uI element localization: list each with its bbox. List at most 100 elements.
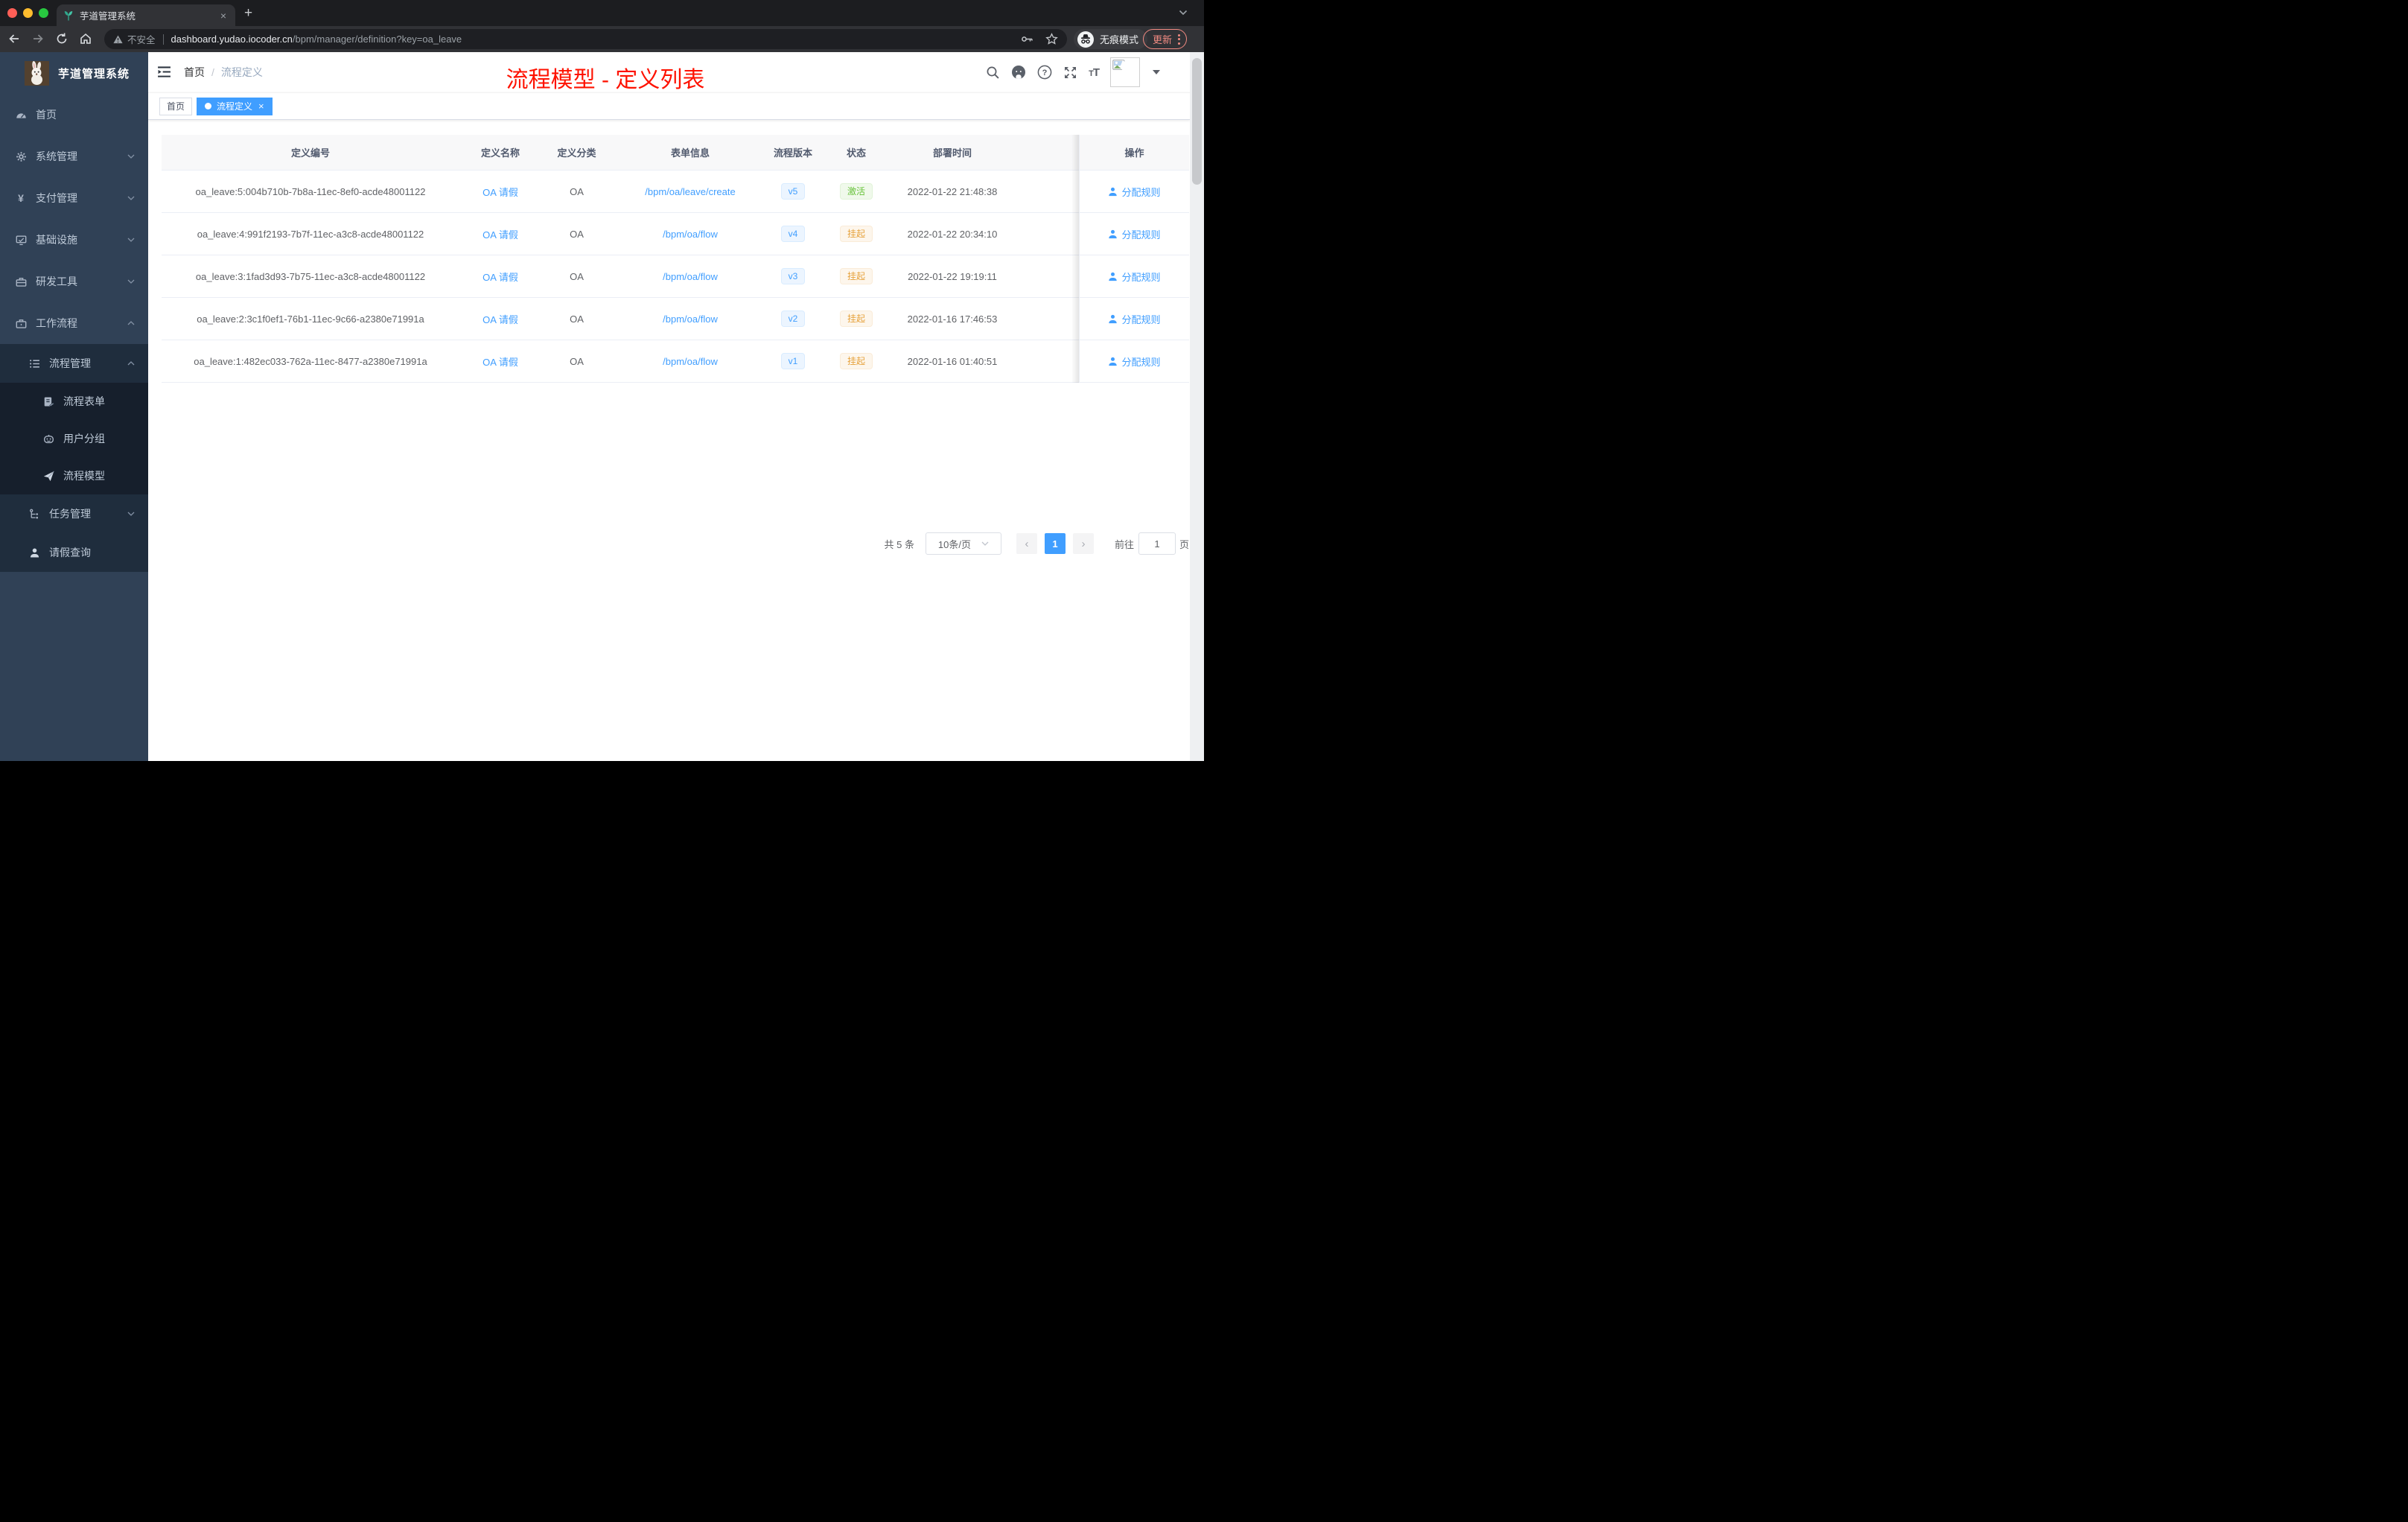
tab-close-button[interactable]: ×: [217, 10, 229, 22]
form-link[interactable]: /bpm/oa/flow: [663, 271, 718, 282]
broken-image-icon: [1112, 60, 1127, 72]
user-icon: [1109, 229, 1118, 238]
form-link[interactable]: /bpm/oa/flow: [663, 229, 718, 240]
prev-page-button[interactable]: ‹: [1016, 533, 1037, 554]
not-secure-warning-icon[interactable]: [113, 34, 123, 44]
back-icon[interactable]: [7, 32, 21, 45]
deploy-time: 2022-01-22 20:34:10: [907, 228, 998, 240]
sidebar-item-dev[interactable]: 研发工具: [0, 261, 148, 302]
help-icon[interactable]: ?: [1037, 65, 1052, 80]
font-size-icon[interactable]: TT: [1089, 66, 1100, 79]
tab-list-chevron-icon[interactable]: [1179, 10, 1188, 16]
goto-page-input[interactable]: [1138, 532, 1176, 555]
sidebar-item-label: 支付管理: [36, 192, 77, 204]
avatar[interactable]: [1110, 57, 1140, 87]
version-badge: v4: [780, 226, 806, 242]
sidebar-item-label: 系统管理: [36, 150, 77, 162]
svg-text:?: ?: [1042, 69, 1048, 77]
sidebar-item-task-mgmt[interactable]: 任务管理: [0, 494, 148, 533]
password-key-icon[interactable]: [1021, 33, 1033, 45]
tag-home[interactable]: 首页: [159, 97, 193, 115]
reload-icon[interactable]: [55, 32, 69, 45]
sidebar-item-user-group[interactable]: 用户分组: [0, 420, 148, 457]
github-icon[interactable]: [1011, 65, 1026, 80]
sidebar-item-process-model[interactable]: 流程模型: [0, 457, 148, 494]
assign-rule-button[interactable]: 分配规则: [1108, 312, 1161, 326]
assign-rule-button[interactable]: 分配规则: [1108, 354, 1161, 369]
pagination: 共 5 条 10条/页 ‹ 1 › 前往 页: [162, 532, 1189, 555]
user-icon: [1109, 314, 1118, 323]
fullscreen-icon[interactable]: [1063, 66, 1077, 80]
avatar-caret-icon[interactable]: [1153, 70, 1160, 74]
form-link[interactable]: /bpm/oa/leave/create: [645, 186, 735, 197]
col-header-status: 状态: [846, 147, 866, 159]
browser-tabstrip: 芋道管理系统 × +: [0, 0, 1204, 26]
definition-name-link[interactable]: OA 请假: [482, 185, 518, 199]
table-row: oa_leave:1:482ec033-762a-11ec-8477-a2380…: [162, 340, 1189, 383]
definition-category: OA: [570, 355, 584, 367]
definition-name-link[interactable]: OA 请假: [482, 270, 518, 284]
scrollbar-thumb[interactable]: [1192, 58, 1202, 185]
user-icon: [1109, 272, 1118, 281]
current-page-button[interactable]: 1: [1044, 533, 1066, 554]
form-link[interactable]: /bpm/oa/flow: [663, 356, 718, 367]
next-page-button[interactable]: ›: [1072, 533, 1094, 554]
tag-process-definition[interactable]: 流程定义 ×: [197, 97, 273, 115]
app-logo[interactable]: 芋道管理系统: [0, 52, 148, 94]
sidebar-item-home[interactable]: 首页: [0, 94, 148, 136]
sidebar-item-label: 首页: [36, 109, 57, 121]
sidebar-item-label: 任务管理: [49, 508, 91, 520]
definition-name-link[interactable]: OA 请假: [482, 354, 518, 369]
table-row: oa_leave:5:004b710b-7b8a-11ec-8ef0-acde4…: [162, 171, 1189, 213]
browser-update-button[interactable]: 更新: [1143, 29, 1188, 49]
sidebar-item-workflow[interactable]: 工作流程: [0, 302, 148, 344]
search-icon[interactable]: [986, 66, 1000, 80]
sidebar-item-label: 请假查询: [49, 547, 91, 558]
definition-table: 定义编号 定义名称 定义分类 表单信息 流程版本 状态 部署时间 操作 oa_l…: [162, 135, 1189, 383]
screen: 芋道管理系统 × + 不安全 dashboard.yudao.iocoder.c…: [0, 0, 1204, 761]
col-header-action: 操作: [1079, 135, 1189, 170]
sidebar-item-infra[interactable]: 基础设施: [0, 219, 148, 261]
sidebar: 芋道管理系统 首页 系统管理 ¥ 支付管理 基础设施 研发工具 工作流程 流程管…: [0, 52, 148, 761]
bookmark-star-icon[interactable]: [1045, 33, 1058, 45]
fullscreen-window-button[interactable]: [39, 8, 48, 18]
home-icon[interactable]: [79, 32, 92, 45]
briefcase-icon: [15, 318, 27, 329]
minimize-window-button[interactable]: [23, 8, 33, 18]
col-header-id: 定义编号: [290, 147, 330, 159]
chevron-down-icon: [981, 541, 989, 546]
definition-name-link[interactable]: OA 请假: [482, 227, 518, 241]
app-window: 芋道管理系统 首页 系统管理 ¥ 支付管理 基础设施 研发工具 工作流程 流程管…: [0, 52, 1204, 761]
page-size-select[interactable]: 10条/页: [925, 532, 1001, 555]
browser-scrollbar[interactable]: [1190, 52, 1204, 761]
breadcrumb-home[interactable]: 首页: [184, 65, 205, 80]
table-header-row: 定义编号 定义名称 定义分类 表单信息 流程版本 状态 部署时间 操作: [162, 135, 1189, 171]
active-dot: [205, 103, 212, 109]
breadcrumb-current: 流程定义: [220, 66, 263, 78]
url-bar[interactable]: 不安全 dashboard.yudao.iocoder.cn/bpm/manag…: [104, 29, 1067, 49]
sidebar-item-process-mgmt[interactable]: 流程管理: [0, 344, 148, 383]
tag-close-icon[interactable]: ×: [258, 101, 264, 112]
sidebar-item-label: 流程模型: [63, 470, 105, 482]
sidebar-collapse-icon[interactable]: [158, 66, 171, 77]
sidebar-item-process-form[interactable]: 流程表单: [0, 383, 148, 420]
forward-icon[interactable]: [31, 32, 45, 45]
definition-category: OA: [570, 185, 584, 197]
new-tab-button[interactable]: +: [244, 4, 252, 23]
assign-rule-button[interactable]: 分配规则: [1108, 185, 1161, 199]
sidebar-item-leave-query[interactable]: 请假查询: [0, 533, 148, 572]
window-controls[interactable]: [7, 8, 48, 18]
sidebar-item-system[interactable]: 系统管理: [0, 136, 148, 177]
sidebar-item-pay[interactable]: ¥ 支付管理: [0, 177, 148, 219]
definition-name-link[interactable]: OA 请假: [482, 312, 518, 326]
url-domain: dashboard.yudao.iocoder.cn: [171, 34, 293, 45]
browser-menu-icon[interactable]: [1178, 34, 1181, 45]
version-badge: v1: [780, 353, 806, 369]
browser-tab[interactable]: 芋道管理系统 ×: [57, 4, 235, 26]
dashboard-icon: [15, 109, 27, 121]
form-link[interactable]: /bpm/oa/flow: [663, 313, 718, 325]
close-window-button[interactable]: [7, 8, 17, 18]
assign-rule-button[interactable]: 分配规则: [1108, 227, 1161, 241]
incognito-badge: 无痕模式: [1074, 29, 1148, 49]
assign-rule-button[interactable]: 分配规则: [1108, 270, 1161, 284]
